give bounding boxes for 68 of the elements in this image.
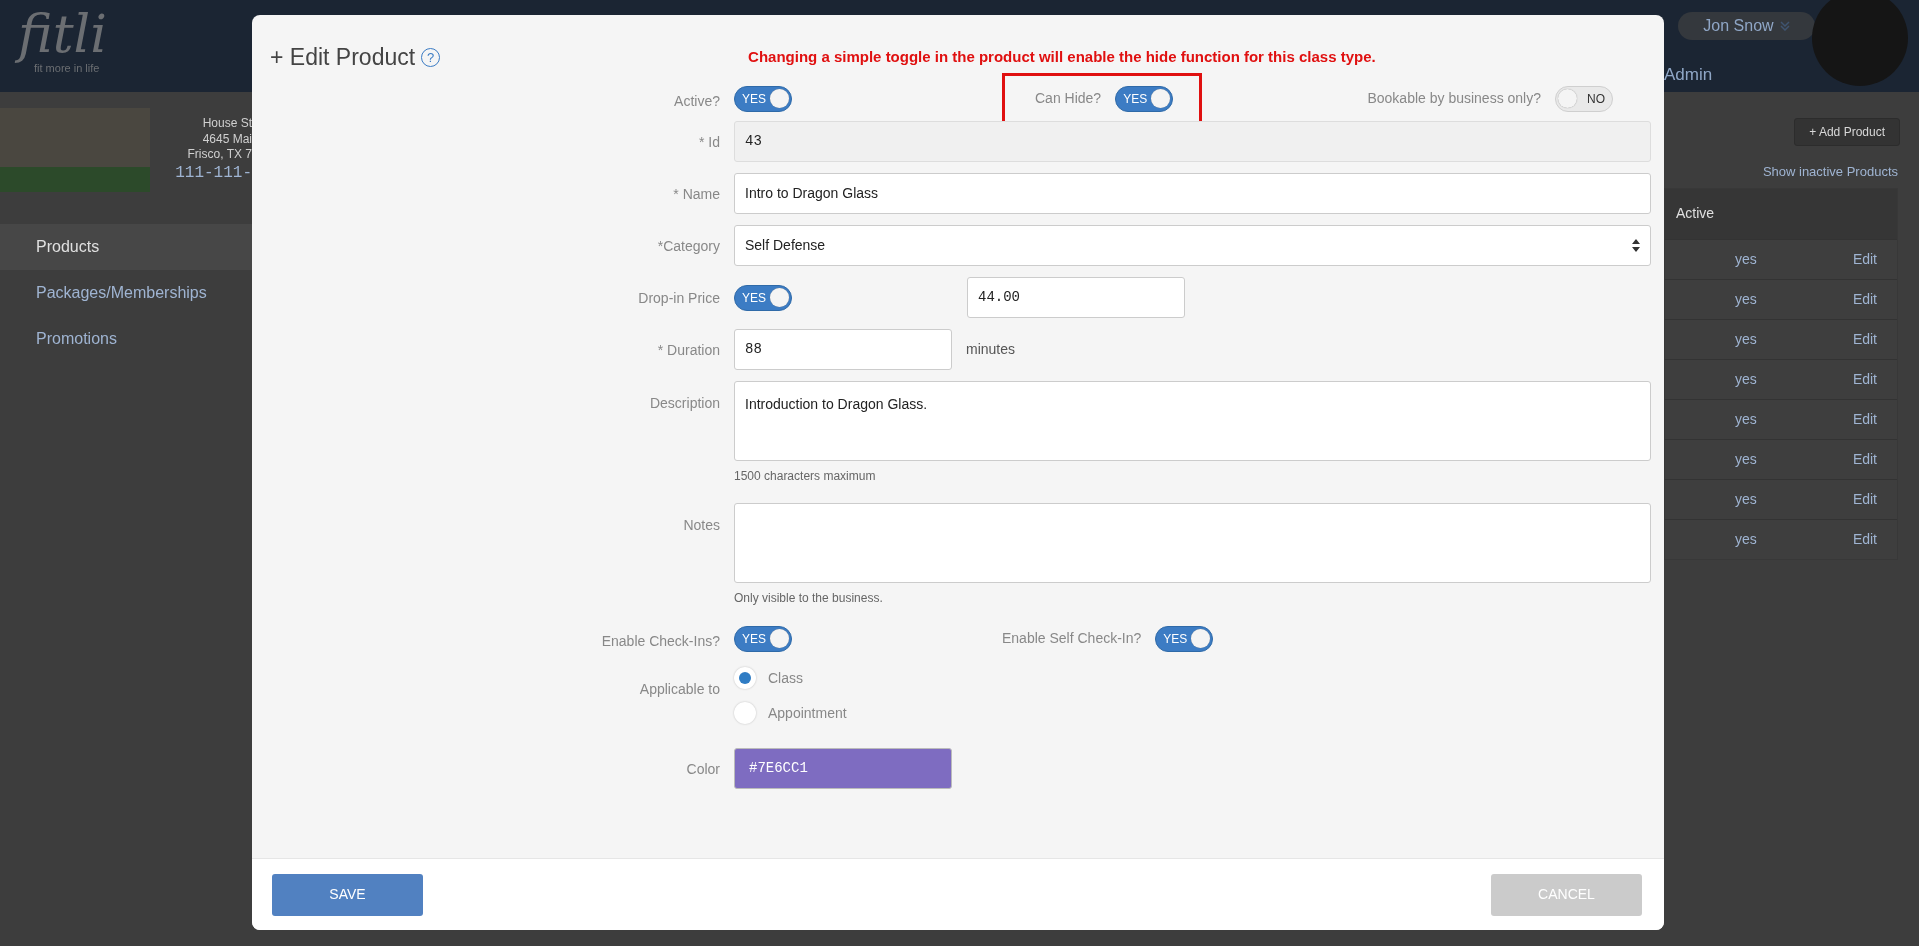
address-line: House St [201, 116, 252, 132]
toggle-switch[interactable]: YES [1115, 85, 1174, 112]
chevron-icon [1779, 21, 1790, 31]
user-menu-button[interactable]: Jon Snow [1678, 12, 1815, 40]
edit-link[interactable]: Edit [1852, 448, 1877, 470]
radio-label: Class [768, 668, 803, 688]
save-button[interactable]: SAVE [272, 873, 423, 916]
toggle-switch[interactable]: YES [1155, 625, 1214, 652]
edit-link[interactable]: Edit [1852, 528, 1877, 550]
field-label: Description [649, 394, 720, 413]
field-label: * Name [673, 185, 720, 204]
radio-button[interactable] [734, 667, 756, 689]
edit-link[interactable]: Edit [1852, 488, 1877, 510]
help-text: Only visible to the business. [734, 590, 884, 607]
toggle-switch[interactable]: NO [1555, 85, 1613, 112]
sidebar-item[interactable]: Packages/Memberships [0, 270, 252, 316]
sidebar-item[interactable]: Products [0, 224, 252, 270]
field-label: Applicable to [639, 680, 720, 699]
field-label: Enable Check-Ins? [601, 632, 720, 651]
field-label: Active? [674, 92, 720, 111]
table-cell-text: yes [1735, 489, 1757, 509]
table-cell-text: yes [1735, 329, 1757, 349]
field-label: Color [686, 760, 720, 779]
price-field[interactable]: 44.00 [967, 277, 1185, 318]
select-field[interactable]: Self Defense [734, 225, 1651, 266]
add-product-button[interactable]: + Add Product [1794, 118, 1900, 146]
table-cell-text: yes [1735, 449, 1757, 469]
input-field[interactable]: Intro to Dragon Glass [734, 173, 1651, 214]
phone-number: 111-111- [174, 163, 252, 184]
field-label: Notes [683, 516, 720, 535]
modal-title: + Edit Product [270, 42, 416, 72]
toggle-switch[interactable]: YES [734, 85, 792, 112]
edit-link[interactable]: Edit [1852, 288, 1877, 310]
user-role: Admin [1664, 64, 1713, 86]
edit-link[interactable]: Edit [1852, 328, 1877, 350]
logo-tagline: fit more in life [34, 62, 100, 76]
table-cell-text: yes [1735, 529, 1757, 549]
sidebar-item[interactable]: Promotions [0, 316, 252, 362]
table-cell-text: yes [1735, 369, 1757, 389]
textarea-field[interactable]: Introduction to Dragon Glass. [734, 381, 1651, 461]
column-header: Active [1676, 204, 1715, 223]
sort-caret-icon [1632, 239, 1640, 252]
warning-message: Changing a simple toggle in the product will enable the hide function for this class type. [748, 46, 1376, 67]
textarea-field[interactable] [734, 503, 1651, 583]
toggle-switch[interactable]: YES [734, 625, 792, 652]
edit-link[interactable]: Edit [1852, 248, 1877, 270]
id-field: 43 [734, 121, 1651, 162]
edit-link[interactable]: Edit [1852, 368, 1877, 390]
field-label: *Category [657, 237, 720, 256]
field-label: Drop-in Price [638, 289, 720, 308]
radio-button[interactable] [734, 702, 756, 724]
field-label: Bookable by business only? [1367, 89, 1541, 108]
edit-link[interactable]: Edit [1852, 408, 1877, 430]
unit-label: minutes [966, 340, 1016, 359]
field-label: * Duration [657, 341, 720, 360]
field-label: Can Hide? [1035, 89, 1102, 108]
table-cell-text: yes [1735, 249, 1757, 269]
address-line: 4645 Mai [201, 131, 252, 148]
duration-field[interactable]: 88 [734, 329, 952, 370]
help-text: 1500 characters maximum [734, 468, 877, 485]
toggle-switch[interactable]: YES [734, 284, 792, 311]
table-cell-text: yes [1735, 409, 1757, 429]
color-field[interactable]: #7E6CC1 [734, 748, 952, 789]
field-label: * Id [699, 133, 720, 152]
table-cell-text: yes [1735, 289, 1757, 309]
radio-label: Appointment [768, 703, 847, 723]
field-label: Enable Self Check-In? [1002, 629, 1142, 648]
address-line: Frisco, TX 7 [186, 147, 252, 163]
